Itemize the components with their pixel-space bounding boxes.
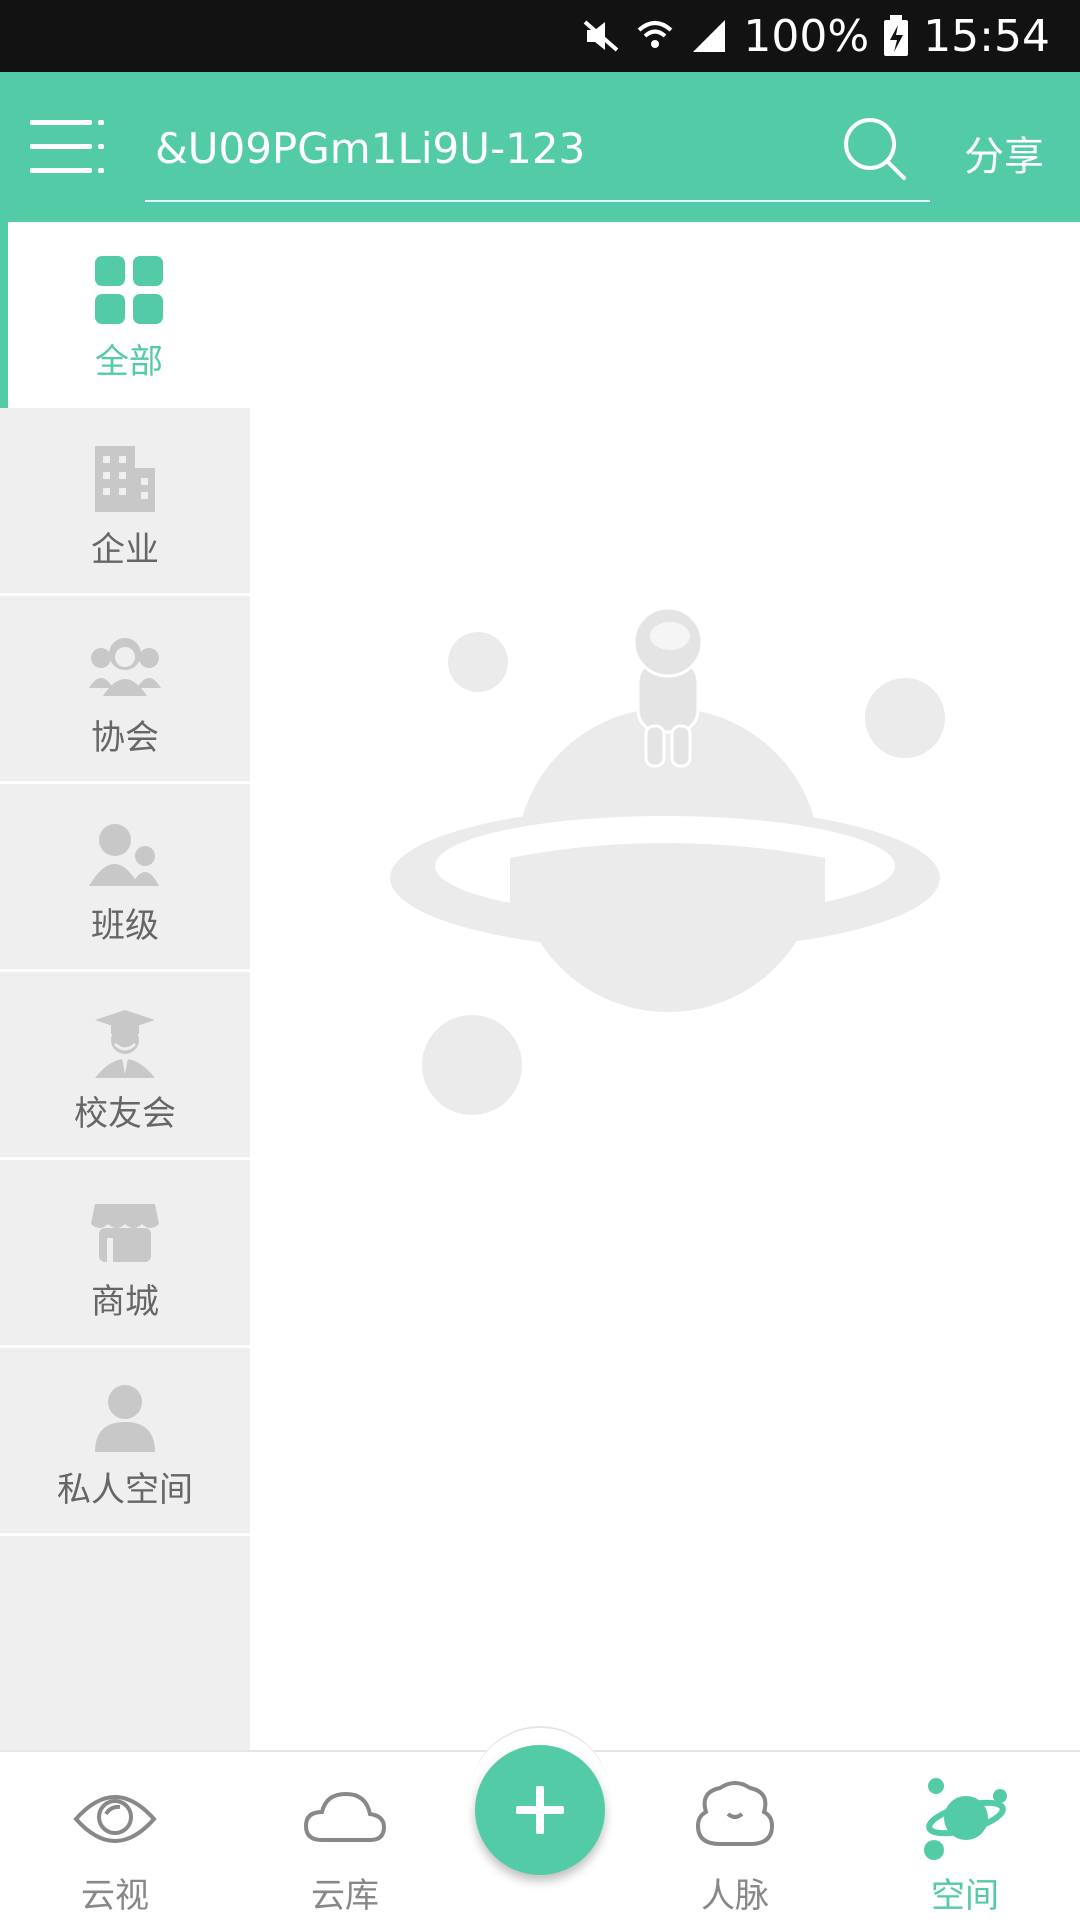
sidebar-item-alumni[interactable]: 校友会: [0, 974, 250, 1160]
sidebar-item-label: 校友会: [74, 1094, 176, 1134]
nav-tab-kongjian[interactable]: 空间: [865, 1752, 1065, 1920]
sidebar-item-shop[interactable]: 商城: [0, 1162, 250, 1348]
mute-icon: [581, 16, 621, 56]
contacts-icon: [695, 1781, 775, 1846]
sidebar-item-label: 商城: [91, 1282, 159, 1322]
battery-charging-icon: [883, 15, 909, 57]
nav-label: 空间: [931, 1876, 999, 1916]
sidebar-item-enterprise[interactable]: 企业: [0, 410, 250, 596]
sidebar-item-association[interactable]: 协会: [0, 598, 250, 784]
sidebar-item-label: 私人空间: [57, 1470, 193, 1510]
association-icon: [89, 638, 161, 696]
shop-icon: [91, 1204, 159, 1262]
nav-label: 云视: [81, 1876, 149, 1916]
empty-state-illustration: [390, 606, 945, 1115]
nav-tab-renmai[interactable]: 人脉: [635, 1752, 835, 1920]
menu-button[interactable]: [30, 118, 106, 176]
share-button[interactable]: 分享: [964, 124, 1044, 182]
planet-icon: [924, 1778, 1007, 1860]
menu-icon: [30, 120, 104, 173]
status-bar: 100% 15:54: [0, 0, 1080, 72]
nav-tab-yunku[interactable]: 云库: [245, 1752, 445, 1920]
signal-icon: [689, 16, 729, 56]
alumni-icon: [95, 1010, 155, 1078]
person-icon: [95, 1385, 155, 1452]
app-header: &U09PGm1Li9U-123 分享: [0, 72, 1080, 222]
grid-icon: [95, 256, 163, 324]
plus-icon: [516, 1786, 564, 1834]
search-icon[interactable]: [840, 114, 910, 184]
class-icon: [89, 824, 159, 886]
nav-label: 云库: [311, 1876, 379, 1916]
sidebar-item-private-space[interactable]: 私人空间: [0, 1350, 250, 1536]
sidebar-item-label: 协会: [91, 718, 159, 758]
search-input[interactable]: &U09PGm1Li9U-123: [155, 124, 585, 173]
sidebar-item-label: 企业: [91, 530, 159, 570]
cloud-icon: [303, 1791, 387, 1842]
eye-icon: [73, 1795, 157, 1843]
nav-tab-yunshi[interactable]: 云视: [15, 1752, 215, 1920]
sidebar-item-class[interactable]: 班级: [0, 786, 250, 972]
battery-percent: 100%: [743, 10, 870, 62]
clock: 15:54: [923, 10, 1050, 62]
nav-label: 人脉: [701, 1876, 769, 1916]
sidebar-item-label: 全部: [95, 342, 163, 382]
category-sidebar: 全部 企业 协会 班级 校友会 商城 私人空间: [0, 222, 250, 1750]
sidebar-item-label: 班级: [91, 906, 159, 946]
wifi-icon: [635, 16, 675, 56]
search-field[interactable]: &U09PGm1Li9U-123: [145, 110, 930, 202]
add-button[interactable]: [475, 1745, 605, 1875]
sidebar-item-all[interactable]: 全部: [0, 222, 250, 408]
building-icon: [95, 446, 155, 512]
